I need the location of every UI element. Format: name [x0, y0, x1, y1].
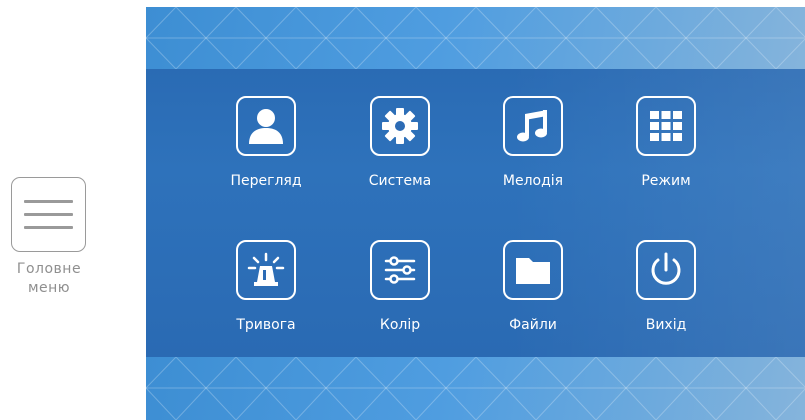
- person-icon: [249, 109, 283, 144]
- menu-item-alarm[interactable]: Тривога: [206, 240, 326, 360]
- menu-item-label: Режим: [641, 173, 691, 189]
- menu-item-label: Файли: [509, 317, 557, 333]
- hamburger-bar: [24, 213, 73, 216]
- power-icon: [651, 252, 681, 285]
- bottom-pattern: [146, 357, 805, 420]
- menu-item-view[interactable]: Перегляд: [206, 96, 326, 216]
- hamburger-menu-icon: [24, 200, 73, 203]
- menu-item-files[interactable]: Файли: [473, 240, 593, 360]
- mode-tile[interactable]: [636, 96, 696, 156]
- color-tile[interactable]: [370, 240, 430, 300]
- gear-icon: [382, 108, 418, 144]
- menu-item-label: Вихід: [645, 317, 687, 333]
- menu-item-melody[interactable]: Мелодія: [473, 96, 593, 216]
- alarm-siren-icon: [247, 252, 285, 286]
- exit-tile[interactable]: [636, 240, 696, 300]
- menu-item-label: Мелодія: [502, 173, 564, 189]
- menu-item-label: Перегляд: [230, 173, 302, 189]
- alarm-tile[interactable]: [236, 240, 296, 300]
- device-screen: Перегляд Система Мелодія Режим Тривога К…: [146, 7, 805, 420]
- music-note-icon: [517, 110, 547, 142]
- menu-item-label: Тривога: [236, 317, 296, 333]
- grid-icon: [650, 111, 682, 141]
- menu-item-mode[interactable]: Режим: [606, 96, 726, 216]
- main-menu-label: Головне меню: [16, 261, 82, 296]
- menu-item-system[interactable]: Система: [340, 96, 460, 216]
- menu-item-exit[interactable]: Вихід: [606, 240, 726, 360]
- hamburger-bar: [24, 226, 73, 229]
- main-menu-button[interactable]: [11, 177, 86, 252]
- view-tile[interactable]: [236, 96, 296, 156]
- menu-item-color[interactable]: Колір: [340, 240, 460, 360]
- menu-item-label: Система: [368, 173, 432, 189]
- melody-tile[interactable]: [503, 96, 563, 156]
- top-pattern: [146, 7, 805, 69]
- folder-icon: [516, 258, 550, 284]
- menu-item-label: Колір: [379, 317, 421, 333]
- system-tile[interactable]: [370, 96, 430, 156]
- files-tile[interactable]: [503, 240, 563, 300]
- sliders-icon: [384, 256, 416, 284]
